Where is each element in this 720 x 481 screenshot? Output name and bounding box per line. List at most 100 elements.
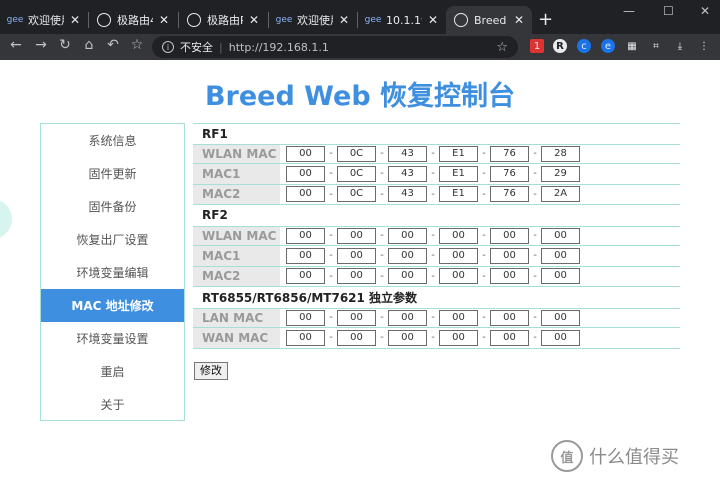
crop-icon[interactable]: ⌗ (649, 39, 663, 53)
mac-octet-input[interactable]: 00 (490, 268, 529, 285)
sidebar-item[interactable]: 恢复出厂设置 (41, 223, 184, 256)
mac-octet-input[interactable]: E1 (439, 186, 478, 203)
tab-2[interactable]: 极路由RO ✕ (179, 6, 267, 34)
mac-octet-input[interactable]: 00 (286, 165, 325, 182)
bookmark-star-icon[interactable]: ☆ (128, 37, 146, 53)
mac-octet-input[interactable]: 00 (388, 247, 427, 264)
mac-octet-input[interactable]: 00 (286, 186, 325, 203)
back-icon[interactable]: ← (7, 37, 25, 53)
tab-1[interactable]: 极路由4增 ✕ (89, 6, 177, 34)
mac-octet-input[interactable]: 00 (439, 309, 478, 326)
tab-5-active[interactable]: Breed Web ✕ (446, 6, 532, 34)
undo-icon[interactable]: ↶ (104, 37, 122, 53)
mac-octet-input[interactable]: 00 (439, 247, 478, 264)
home-icon[interactable]: ⌂ (80, 37, 98, 53)
close-window-icon[interactable]: ✕ (700, 4, 710, 18)
mac-octet-input[interactable]: 00 (439, 268, 478, 285)
mac-octet-input[interactable]: 29 (541, 165, 580, 182)
info-icon[interactable]: i (162, 41, 174, 53)
mac-octet-input[interactable]: 0C (337, 186, 376, 203)
mac-octet-input[interactable]: 00 (337, 309, 376, 326)
mac-octet-input[interactable]: 00 (388, 268, 427, 285)
mac-octet-input[interactable]: 2A (541, 186, 580, 203)
mac-octet-input[interactable]: 0C (337, 165, 376, 182)
browser-toolbar: ← → ↻ ⌂ ↶ ☆ i 不安全 | http://192.168.1.1 ☆… (0, 34, 720, 60)
octet-separator: - (380, 168, 384, 180)
sidebar-item[interactable]: MAC 地址修改 (41, 289, 184, 322)
octet-separator: - (482, 332, 486, 344)
mac-octet-input[interactable]: 00 (286, 247, 325, 264)
url-text[interactable]: http://192.168.1.1 (229, 41, 491, 54)
sidebar-item[interactable]: 固件更新 (41, 157, 184, 190)
mac-octet-input[interactable]: 43 (388, 165, 427, 182)
extension-c-icon[interactable]: c (577, 39, 591, 53)
grid-icon[interactable]: ▦ (625, 39, 639, 53)
mac-octet-input[interactable]: 00 (337, 329, 376, 346)
mac-octet-input[interactable]: 76 (490, 145, 529, 162)
sidebar-item[interactable]: 关于 (41, 388, 184, 421)
tab-3[interactable]: gee 欢迎使用 ✕ (269, 6, 357, 34)
sidebar-item[interactable]: 系统信息 (41, 124, 184, 157)
extension-e-icon[interactable]: e (601, 39, 615, 53)
mac-octet-input[interactable]: 00 (388, 309, 427, 326)
mac-octet-input[interactable]: 00 (439, 329, 478, 346)
reload-icon[interactable]: ↻ (56, 37, 74, 53)
mac-octet-input[interactable]: 00 (286, 309, 325, 326)
mac-octet-input[interactable]: 00 (337, 268, 376, 285)
mac-octet-input[interactable]: 00 (286, 227, 325, 244)
floating-widget-icon[interactable] (0, 199, 12, 239)
star-icon[interactable]: ☆ (496, 40, 508, 55)
minimize-icon[interactable]: — (623, 4, 635, 18)
mac-octet-input[interactable]: 00 (337, 247, 376, 264)
octet-separator: - (431, 270, 435, 282)
submit-button[interactable]: 修改 (194, 362, 228, 380)
extension-badge-icon[interactable]: 1 (530, 39, 544, 53)
sidebar-item[interactable]: 环境变量编辑 (41, 256, 184, 289)
mac-octet-input[interactable]: 00 (286, 145, 325, 162)
address-bar[interactable]: i 不安全 | http://192.168.1.1 ☆ (152, 36, 518, 58)
maximize-icon[interactable]: ☐ (663, 4, 674, 18)
close-icon[interactable]: ✕ (70, 13, 80, 27)
mac-octet-input[interactable]: E1 (439, 165, 478, 182)
mac-octet-input[interactable]: 43 (388, 186, 427, 203)
close-icon[interactable]: ✕ (339, 13, 349, 27)
close-icon[interactable]: ✕ (159, 13, 169, 27)
mac-octet-input[interactable]: 00 (490, 329, 529, 346)
mac-octet-input[interactable]: 00 (541, 247, 580, 264)
mac-octet-input[interactable]: 00 (286, 268, 325, 285)
mac-octet-input[interactable]: 00 (439, 227, 478, 244)
mac-octet-input[interactable]: 00 (490, 227, 529, 244)
octet-separator: - (380, 148, 384, 160)
mac-octet-input[interactable]: 43 (388, 145, 427, 162)
mac-octet-input[interactable]: 00 (337, 227, 376, 244)
download-icon[interactable]: ⤓ (673, 39, 687, 53)
mac-octet-input[interactable]: 00 (388, 227, 427, 244)
mac-octet-input[interactable]: 00 (541, 329, 580, 346)
mac-octet-input[interactable]: 00 (286, 329, 325, 346)
tab-4[interactable]: gee 10.1.199. ✕ (358, 6, 446, 34)
mac-octet-input[interactable]: 00 (541, 227, 580, 244)
menu-icon[interactable]: ⋮ (697, 39, 711, 53)
sidebar-item[interactable]: 环境变量设置 (41, 322, 184, 355)
close-icon[interactable]: ✕ (514, 13, 524, 27)
octet-separator: - (329, 148, 333, 160)
tab-0[interactable]: gee 欢迎使用 ✕ (0, 6, 88, 34)
mac-octet-input[interactable]: 00 (541, 268, 580, 285)
mac-octet-input[interactable]: 28 (541, 145, 580, 162)
mac-octet-input[interactable]: 0C (337, 145, 376, 162)
mac-octet-input[interactable]: E1 (439, 145, 478, 162)
mac-octet-input[interactable]: 00 (490, 309, 529, 326)
mac-octet-input[interactable]: 76 (490, 165, 529, 182)
mac-octets: 00-0C -43- E1-76-28 (280, 145, 580, 162)
forward-icon[interactable]: → (32, 37, 50, 53)
extension-r-icon[interactable]: R (553, 39, 567, 53)
mac-octet-input[interactable]: 00 (388, 329, 427, 346)
mac-octet-input[interactable]: 76 (490, 186, 529, 203)
close-icon[interactable]: ✕ (428, 13, 438, 27)
mac-octet-input[interactable]: 00 (490, 247, 529, 264)
sidebar-item[interactable]: 固件备份 (41, 190, 184, 223)
close-icon[interactable]: ✕ (249, 13, 259, 27)
sidebar-item[interactable]: 重启 (41, 355, 184, 388)
mac-octet-input[interactable]: 00 (541, 309, 580, 326)
new-tab-icon[interactable]: + (538, 9, 553, 30)
